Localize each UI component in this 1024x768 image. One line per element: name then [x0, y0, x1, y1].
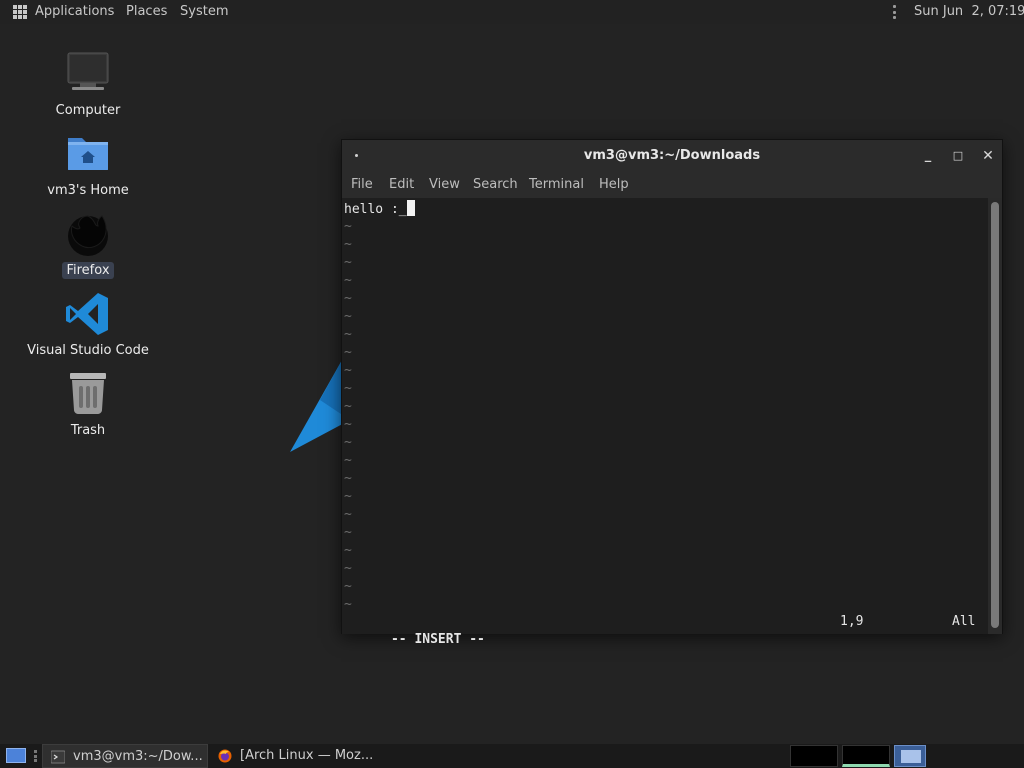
empty-line-marker: ~ — [344, 363, 352, 378]
menu-view[interactable]: View — [429, 171, 460, 198]
top-panel: Applications Places System Sun Jun 2, 07… — [0, 0, 1024, 24]
vim-statusline: -- INSERT -- 1,9 All — [344, 613, 984, 647]
empty-line-marker: ~ — [344, 417, 352, 432]
desktop-icon-firefox[interactable]: Firefox — [23, 210, 153, 279]
desktop-icon-trash[interactable]: Trash — [23, 370, 153, 439]
scroll-percent: All — [952, 614, 976, 629]
bottom-panel: vm3@vm3:~/Dow... [Arch Linux — Moz... — [0, 744, 1024, 768]
home-folder-icon — [64, 130, 112, 178]
empty-line-marker: ~ — [344, 453, 352, 468]
panel-handle-icon[interactable] — [34, 750, 37, 762]
desktop-icon-computer[interactable]: Computer — [23, 50, 153, 119]
places-menu[interactable]: Places — [126, 0, 167, 24]
grid-icon[interactable] — [13, 5, 27, 19]
empty-line-marker: ~ — [344, 237, 352, 252]
terminal-content[interactable]: hello :_ ~ ~ ~ ~ ~ ~ ~ ~ ~ ~ ~ ~ ~ ~ ~ ~ ~ ~ ~ ~ ~ ~ -- INSER… — [342, 198, 988, 647]
show-desktop-icon[interactable] — [6, 748, 26, 763]
terminal-menubar: File Edit View Search Terminal Help — [342, 171, 1002, 198]
close-button[interactable]: ✕ — [978, 146, 998, 166]
empty-line-marker: ~ — [344, 291, 352, 306]
empty-line-marker: ~ — [344, 399, 352, 414]
workspace-2[interactable] — [842, 745, 890, 767]
empty-line-marker: ~ — [344, 579, 352, 594]
vscode-icon — [64, 290, 112, 338]
empty-line-marker: ~ — [344, 345, 352, 360]
computer-icon — [64, 50, 112, 98]
menu-terminal[interactable]: Terminal — [529, 171, 584, 198]
empty-line-marker: ~ — [344, 435, 352, 450]
buffer-text: hello :_ — [344, 202, 407, 217]
minimize-button[interactable]: _ — [918, 146, 938, 166]
taskbar-item-firefox[interactable]: [Arch Linux — Moz... — [210, 744, 380, 768]
desktop-icon-label: vm3's Home — [47, 183, 129, 198]
clock[interactable]: Sun Jun 2, 07:19 — [914, 0, 1024, 24]
desktop-icon-vscode[interactable]: Visual Studio Code — [23, 290, 153, 359]
menu-search[interactable]: Search — [473, 171, 518, 198]
desktop-icon-home[interactable]: vm3's Home — [23, 130, 153, 199]
system-menu[interactable]: System — [180, 0, 228, 24]
empty-line-marker: ~ — [344, 471, 352, 486]
tray-dots-icon[interactable] — [893, 5, 897, 19]
window-title: vm3@vm3:~/Downloads — [583, 148, 761, 163]
scrollbar-thumb[interactable] — [991, 202, 999, 628]
cursor-position: 1,9 — [840, 614, 864, 629]
empty-line-marker: ~ — [344, 525, 352, 540]
taskbar-item-label: [Arch Linux — Moz... — [240, 748, 374, 763]
workspace-1[interactable] — [790, 745, 838, 767]
desktop-icon-label: Computer — [55, 103, 121, 118]
desktop-icon-label: Visual Studio Code — [27, 343, 149, 358]
empty-line-marker: ~ — [344, 273, 352, 288]
buffer-line: hello :_ — [344, 200, 415, 218]
vim-mode: -- INSERT -- — [390, 632, 485, 647]
terminal-window: vm3@vm3:~/Downloads _ □ ✕ File Edit View… — [341, 139, 1003, 647]
menu-edit[interactable]: Edit — [389, 171, 414, 198]
workspace-window-thumb — [901, 750, 921, 763]
window-titlebar[interactable]: vm3@vm3:~/Downloads _ □ ✕ — [342, 140, 1002, 171]
terminal-scrollbar[interactable] — [988, 198, 1002, 634]
workspace-3[interactable] — [894, 745, 926, 767]
maximize-button[interactable]: □ — [948, 146, 968, 166]
empty-line-marker: ~ — [344, 309, 352, 324]
firefox-icon — [218, 749, 232, 763]
firefox-icon — [64, 210, 112, 258]
terminal-icon — [51, 750, 65, 764]
empty-line-marker: ~ — [344, 219, 352, 234]
taskbar-item-label: vm3@vm3:~/Dow... — [73, 749, 203, 764]
empty-line-marker: ~ — [344, 561, 352, 576]
text-cursor — [406, 200, 415, 216]
taskbar-item-terminal[interactable]: vm3@vm3:~/Dow... — [42, 744, 208, 768]
applications-menu[interactable]: Applications — [35, 0, 114, 24]
desktop-icon-label: Firefox — [62, 262, 114, 279]
empty-line-marker: ~ — [344, 327, 352, 342]
empty-line-marker: ~ — [344, 543, 352, 558]
empty-line-marker: ~ — [344, 507, 352, 522]
menu-file[interactable]: File — [351, 171, 373, 198]
menu-help[interactable]: Help — [599, 171, 629, 198]
empty-line-marker: ~ — [344, 597, 352, 612]
empty-line-marker: ~ — [344, 255, 352, 270]
desktop-icon-label: Trash — [70, 423, 106, 438]
empty-line-marker: ~ — [344, 381, 352, 396]
empty-line-marker: ~ — [344, 489, 352, 504]
trash-icon — [64, 370, 112, 418]
